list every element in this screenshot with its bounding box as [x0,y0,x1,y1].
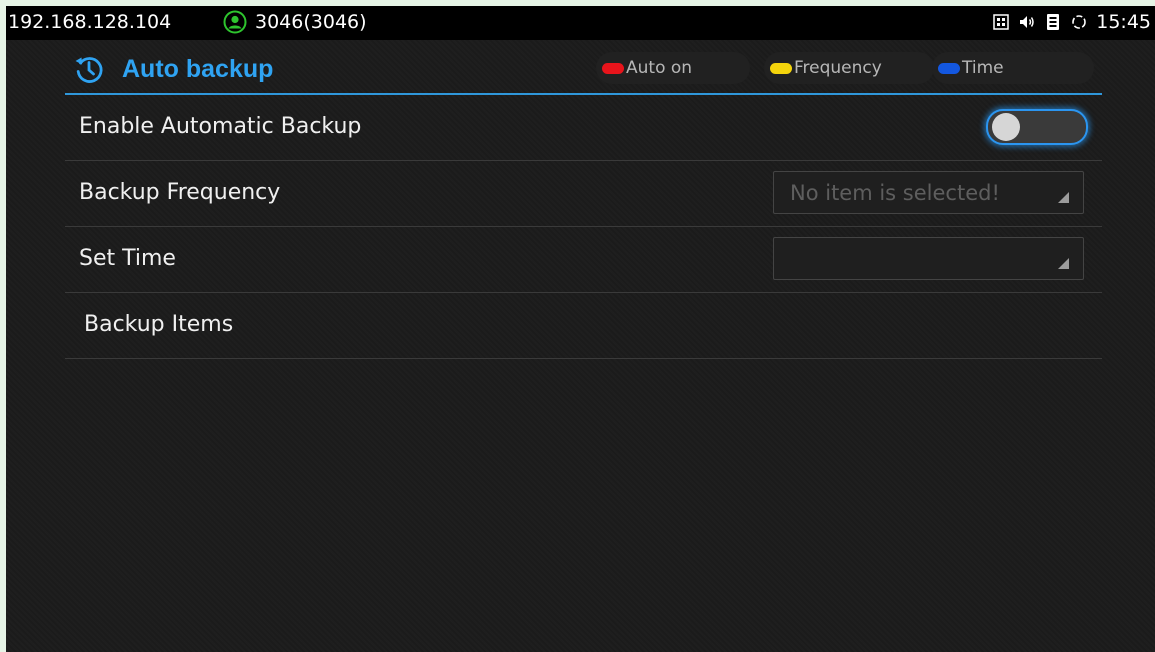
dropdown-arrow-icon [1058,192,1069,203]
set-time-select[interactable] [773,237,1084,280]
hint-label: Auto on [626,58,693,78]
grid-icon [993,14,1009,30]
enable-backup-toggle[interactable] [986,109,1088,145]
backup-frequency-select[interactable]: No item is selected! [773,171,1084,214]
backup-frequency-label: Backup Frequency [79,180,281,205]
set-time-label: Set Time [79,246,176,271]
volume-icon [1020,16,1034,28]
status-bar: 192.168.128.104 3046(3046) 15:45 [6,6,1155,40]
blue-key-icon [938,62,960,74]
toggle-knob [992,113,1020,141]
enable-backup-label: Enable Automatic Backup [79,114,362,139]
clock: 15:45 [1096,11,1151,33]
history-icon [75,57,103,83]
yellow-key-icon [770,62,792,74]
account-icon [223,10,247,34]
hint-time: Time [932,52,1094,84]
backup-items-label: Backup Items [84,312,234,337]
sync-icon [1072,15,1087,29]
sim-icon [1047,14,1060,30]
ip-address: 192.168.128.104 [8,11,172,33]
page-header: Auto backup Auto on Frequency Time [64,40,1102,92]
page-title: Auto backup [122,55,274,83]
enable-backup-row[interactable]: Enable Automatic Backup [65,95,1102,161]
hint-label: Frequency [794,58,882,78]
dropdown-arrow-icon [1058,258,1069,269]
hint-label: Time [962,58,1004,78]
hint-frequency: Frequency [764,52,934,84]
hint-auto-on: Auto on [596,52,750,84]
backup-items-row[interactable]: Backup Items [65,293,1102,359]
account-label: 3046(3046) [255,11,367,33]
red-key-icon [602,62,624,74]
set-time-row[interactable]: Set Time [65,227,1102,293]
screen: 192.168.128.104 3046(3046) 15:45 Auto ba… [6,6,1155,652]
status-icons: 15:45 [992,11,1151,33]
backup-frequency-row[interactable]: Backup Frequency No item is selected! [65,161,1102,227]
backup-frequency-value: No item is selected! [790,181,1000,205]
